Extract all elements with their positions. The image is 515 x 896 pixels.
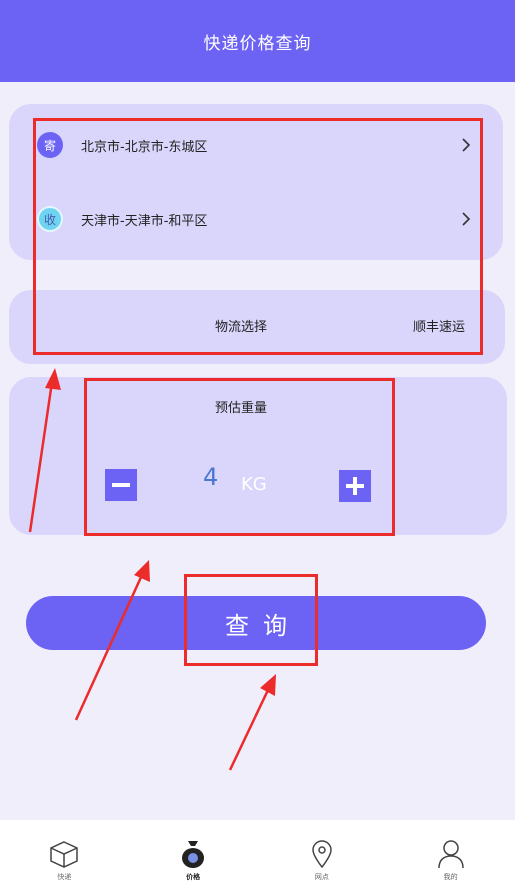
weight-value[interactable]: 4 [203, 463, 218, 491]
receiver-address-row[interactable]: 收 天津市-天津市-和平区 [37, 204, 473, 234]
receiver-address-text: 天津市-天津市-和平区 [81, 213, 208, 229]
tab-label: 网点 [314, 873, 329, 881]
weight-unit: KG [241, 474, 267, 495]
money-bag-icon [177, 838, 209, 870]
user-icon [435, 838, 467, 870]
weight-card: 预估重量 4 KG [9, 377, 507, 535]
app-header: 快递价格查询 [0, 0, 515, 82]
plus-icon [346, 477, 364, 495]
tab-outlets[interactable]: 网点 [258, 820, 387, 896]
bottom-tab-bar: 快递 价格 网点 我的 [0, 820, 515, 896]
logistics-label: 物流选择 [215, 320, 268, 335]
sender-badge: 寄 [37, 132, 63, 158]
chevron-right-icon [459, 212, 473, 226]
tab-express[interactable]: 快递 [0, 820, 129, 896]
annotation-arrowhead [134, 560, 150, 582]
logistics-value: 顺丰速运 [412, 320, 465, 335]
tab-label: 快递 [57, 873, 72, 881]
tab-label: 我的 [443, 873, 458, 881]
receiver-badge: 收 [37, 206, 63, 232]
tab-mine[interactable]: 我的 [386, 820, 515, 896]
tab-label: 价格 [186, 873, 201, 881]
sender-address-row[interactable]: 寄 北京市-北京市-东城区 [37, 130, 473, 160]
query-button[interactable]: 查询 [26, 596, 486, 650]
logistics-selector[interactable]: 物流选择 顺丰速运 [9, 290, 505, 364]
minus-icon [112, 483, 130, 487]
tab-price[interactable]: 价格 [129, 820, 258, 896]
chevron-right-icon [459, 138, 473, 152]
weight-decrease-button[interactable] [105, 469, 137, 501]
sender-address-text: 北京市-北京市-东城区 [81, 139, 208, 155]
weight-title: 预估重量 [215, 401, 268, 416]
package-icon [48, 838, 80, 870]
weight-increase-button[interactable] [339, 470, 371, 502]
annotation-arrow [228, 689, 270, 771]
page-title: 快递价格查询 [203, 33, 312, 54]
location-pin-icon [306, 838, 338, 870]
annotation-arrowhead [260, 674, 276, 696]
address-card: 寄 北京市-北京市-东城区 收 天津市-天津市-和平区 [9, 104, 503, 260]
